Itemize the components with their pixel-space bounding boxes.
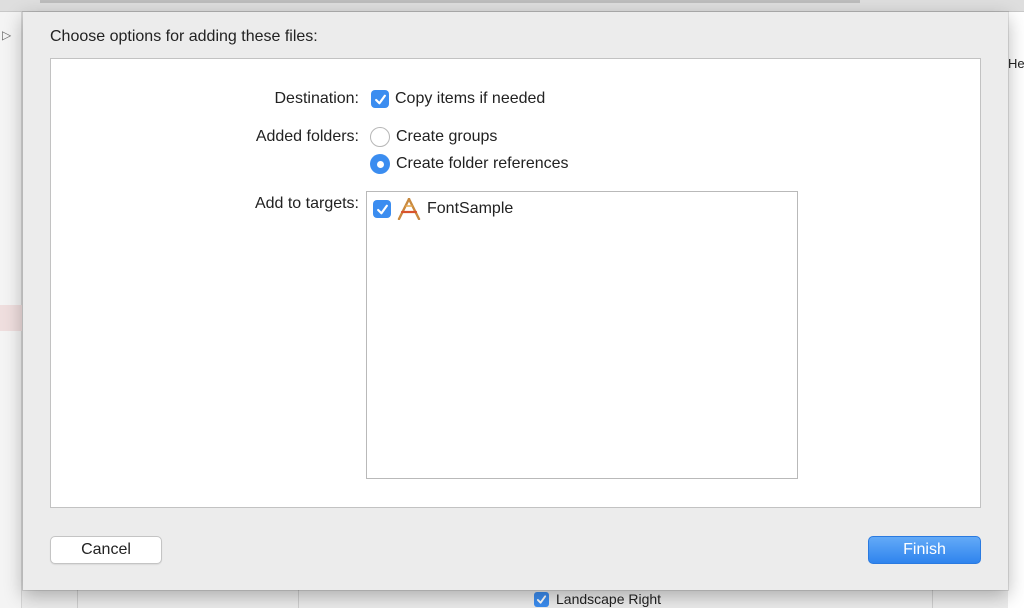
- create-groups-radio[interactable]: [370, 127, 390, 147]
- target-row[interactable]: FontSample: [373, 198, 513, 220]
- background-divider: [77, 588, 78, 608]
- background-divider: [932, 588, 933, 608]
- create-folder-references-option[interactable]: Create folder references: [370, 154, 569, 174]
- checkmark-icon: [376, 204, 388, 214]
- landscape-right-checkbox[interactable]: [534, 591, 549, 607]
- cancel-button[interactable]: Cancel: [50, 536, 162, 564]
- targets-list[interactable]: FontSample: [366, 191, 798, 479]
- options-panel: Destination: Copy items if needed Added …: [50, 58, 981, 508]
- target-checkbox[interactable]: [373, 200, 391, 218]
- create-groups-option[interactable]: Create groups: [370, 127, 497, 147]
- add-to-targets-label: Add to targets:: [254, 195, 359, 212]
- background-navigator: ▷: [0, 12, 22, 608]
- finish-button[interactable]: Finish: [868, 536, 981, 564]
- sheet-title: Choose options for adding these files:: [50, 28, 318, 45]
- background-scroll-track: [40, 0, 860, 3]
- create-folder-references-radio[interactable]: [370, 154, 390, 174]
- radio-dot-icon: [376, 160, 384, 168]
- add-files-sheet: Choose options for adding these files: D…: [23, 12, 1008, 590]
- added-folders-label: Added folders:: [255, 128, 359, 145]
- background-inspector: He: [1008, 12, 1024, 608]
- background-truncated-label: He: [1008, 56, 1024, 71]
- xcode-app-icon: [397, 198, 421, 220]
- disclosure-icon: ▷: [2, 28, 12, 42]
- destination-label: Destination:: [274, 90, 360, 107]
- checkmark-icon: [536, 594, 547, 604]
- background-selected-row: [0, 305, 22, 331]
- background-divider: [298, 588, 299, 608]
- target-name: FontSample: [427, 200, 514, 217]
- create-folder-references-label: Create folder references: [396, 155, 569, 172]
- copy-items-checkbox[interactable]: [371, 90, 389, 108]
- copy-items-option[interactable]: Copy items if needed: [371, 90, 545, 108]
- copy-items-label: Copy items if needed: [395, 90, 546, 107]
- landscape-right-label: Landscape Right: [556, 591, 662, 607]
- background-settings-area: Landscape Right: [22, 588, 1008, 608]
- checkmark-icon: [374, 94, 386, 104]
- background-toolbar: [0, 0, 1024, 12]
- landscape-right-option[interactable]: Landscape Right: [534, 591, 661, 607]
- create-groups-label: Create groups: [396, 128, 498, 145]
